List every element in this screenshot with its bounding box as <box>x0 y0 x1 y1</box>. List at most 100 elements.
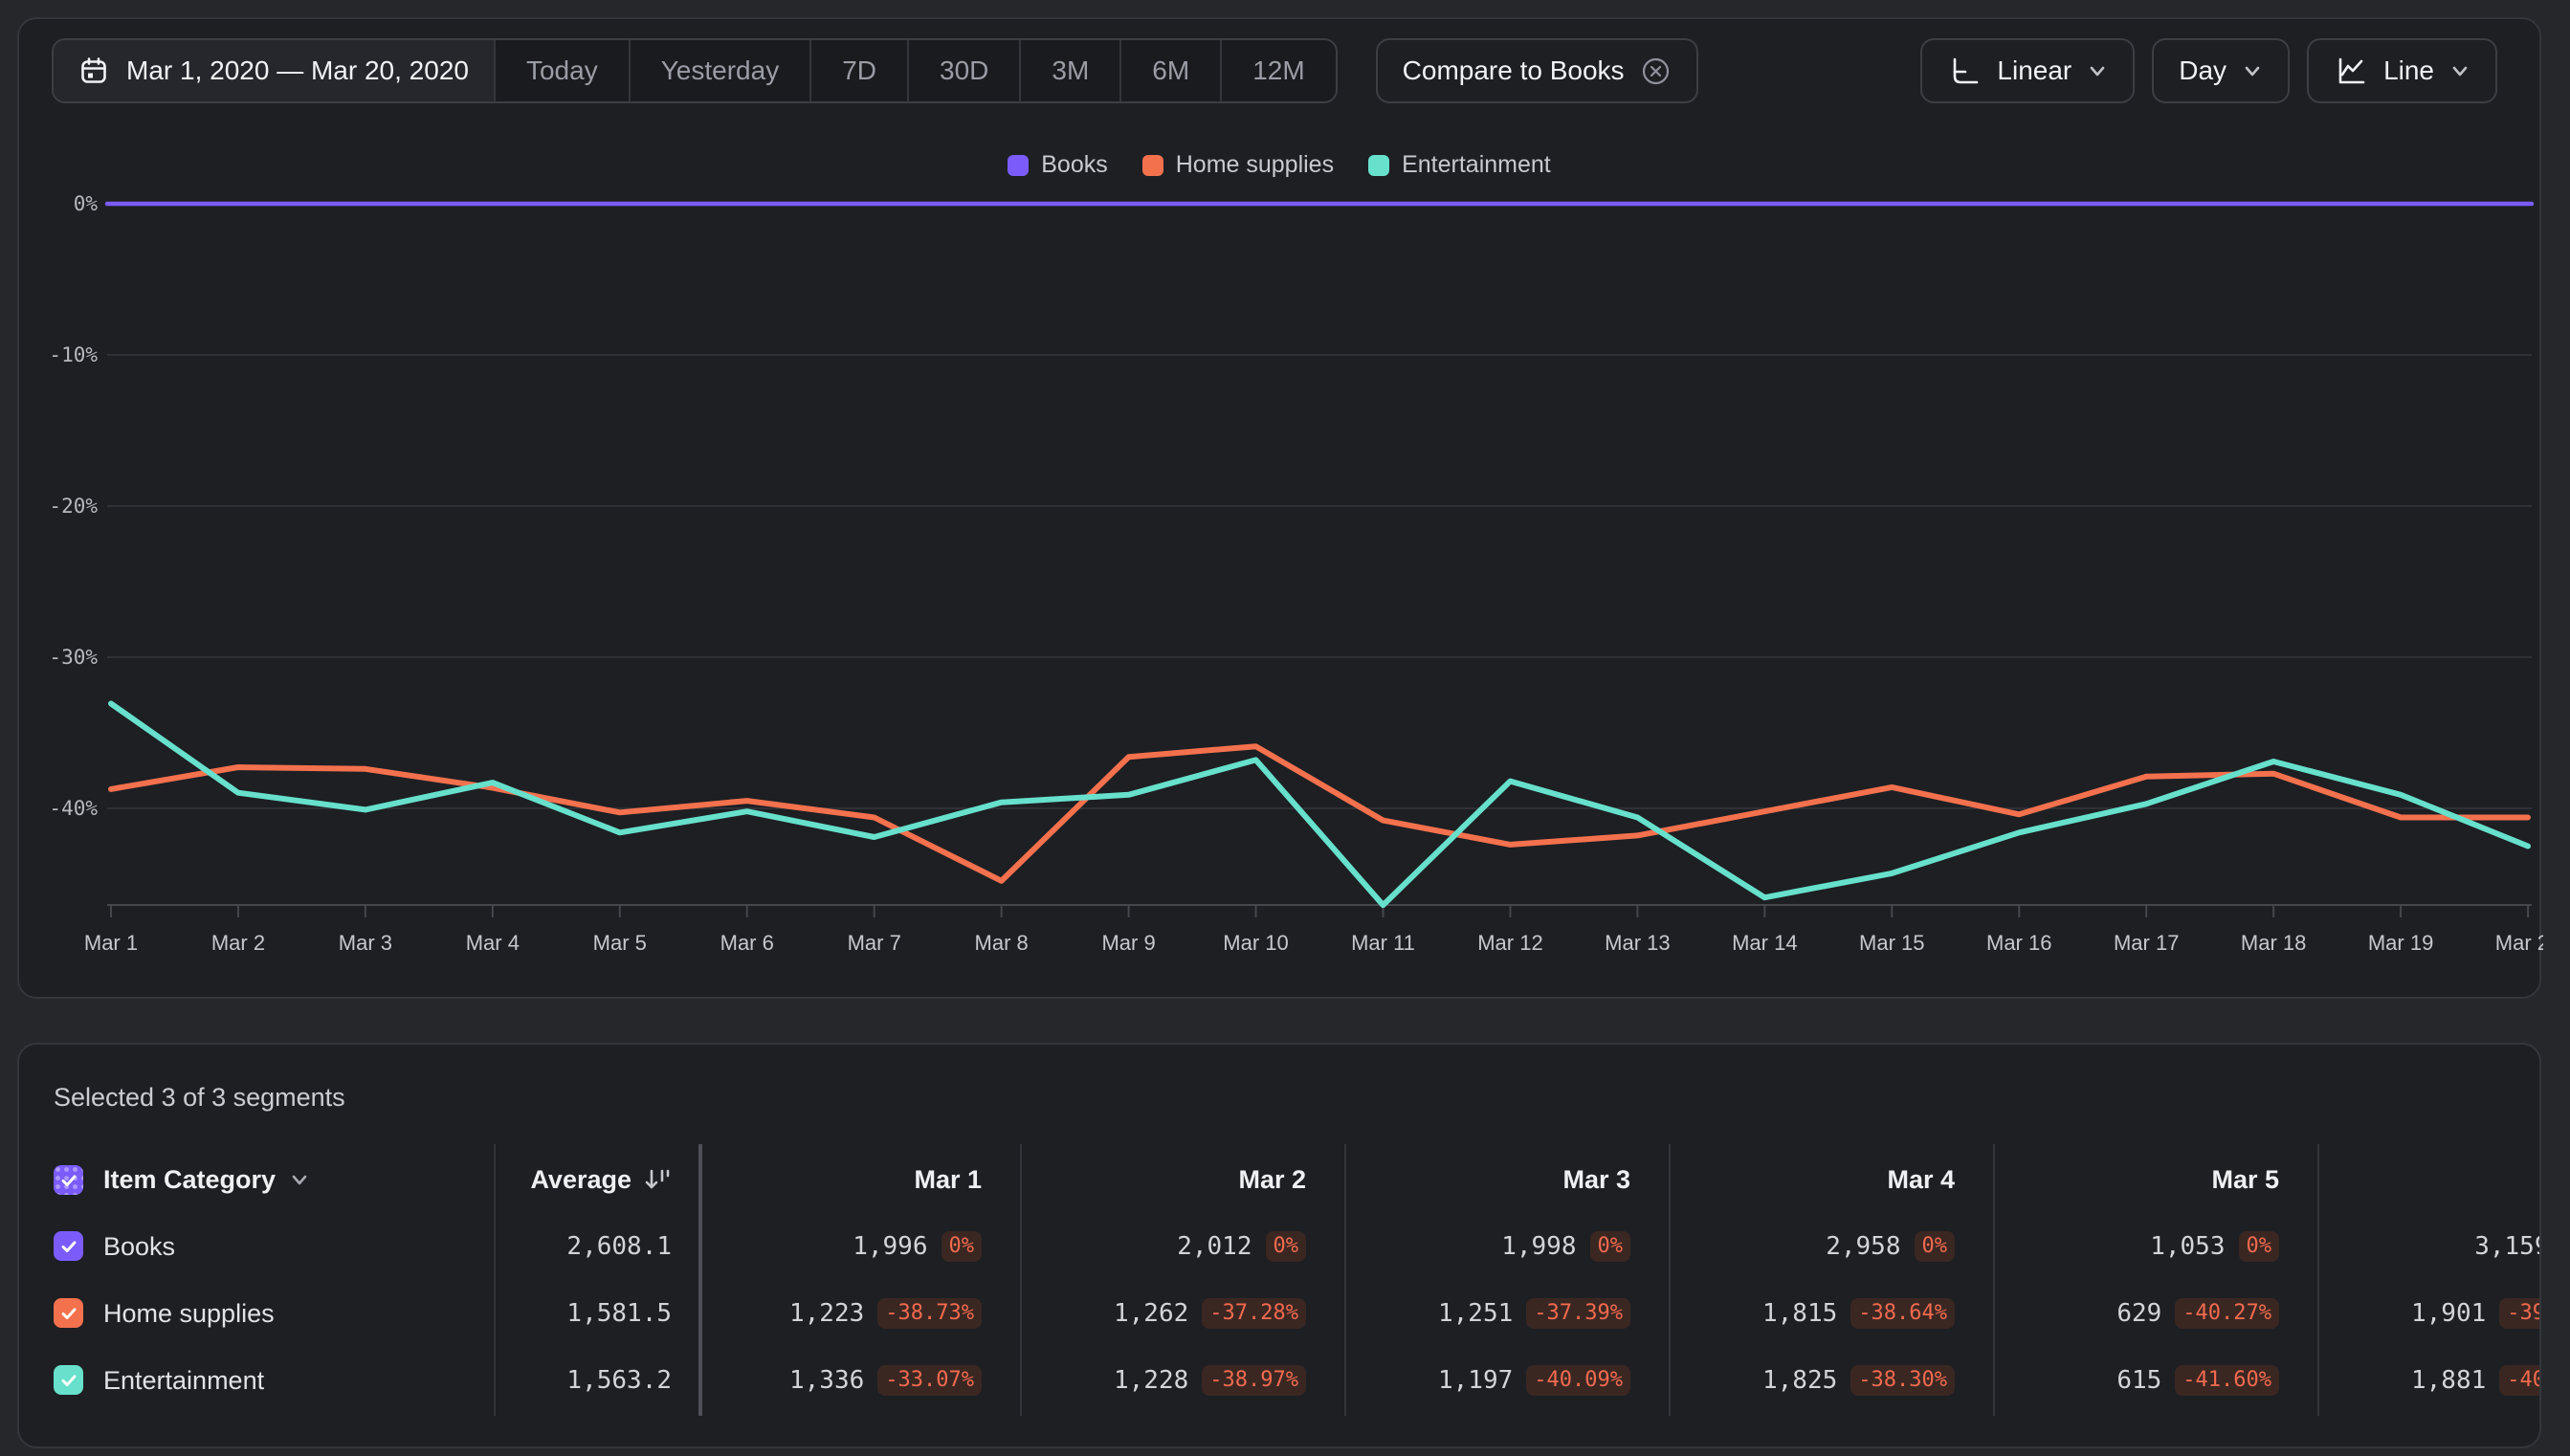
toolbar: Mar 1, 2020 — Mar 20, 2020 Today Yesterda… <box>52 38 1698 103</box>
preset-30d[interactable]: 30D <box>907 40 1019 101</box>
date-range-label: Mar 1, 2020 — Mar 20, 2020 <box>126 55 469 85</box>
cell-value: 1,197 <box>1438 1366 1514 1395</box>
check-icon <box>61 1174 76 1186</box>
delta-badge: -38.30% <box>1850 1364 1955 1397</box>
svg-text:Mar 14: Mar 14 <box>1732 931 1797 955</box>
row-checkbox-home-supplies[interactable] <box>54 1298 83 1328</box>
preset-12m[interactable]: 12M <box>1220 40 1335 101</box>
svg-text:Mar 7: Mar 7 <box>848 931 901 955</box>
day-cell: 629 -40.27% <box>1954 1280 2279 1347</box>
granularity-dropdown[interactable]: Day <box>2152 38 2291 103</box>
svg-text:0%: 0% <box>74 192 99 215</box>
day-cell: 1,996 0% <box>656 1213 982 1280</box>
cell-value: 1,223 <box>789 1299 865 1328</box>
delta-badge: -37.39% <box>1526 1297 1630 1330</box>
select-all-checkbox[interactable] <box>54 1165 83 1195</box>
compare-label: Compare to Books <box>1402 55 1625 85</box>
preset-6m[interactable]: 6M <box>1119 40 1220 101</box>
svg-text:Mar 9: Mar 9 <box>1101 931 1155 955</box>
day-cell: 1,228 -38.97% <box>981 1347 1306 1414</box>
day-cell: 1,053 0% <box>1954 1213 2279 1280</box>
cell-value: 1,825 <box>1762 1366 1838 1395</box>
day-column-header: Mar 2 <box>1238 1164 1306 1194</box>
remove-compare-icon[interactable] <box>1640 55 1672 87</box>
svg-text:Mar 3: Mar 3 <box>339 931 392 955</box>
preset-today[interactable]: Today <box>493 40 629 101</box>
cell-value: 3,159 <box>2474 1232 2539 1261</box>
average-cell: 1,581.5 <box>385 1280 672 1347</box>
preset-yesterday[interactable]: Yesterday <box>628 40 810 101</box>
calendar-icon <box>81 57 106 83</box>
delta-badge: 0% <box>941 1230 982 1263</box>
compare-button[interactable]: Compare to Books <box>1375 38 1698 103</box>
svg-text:-20%: -20% <box>49 495 98 518</box>
category-header-label: Item Category <box>103 1164 277 1194</box>
svg-text:Mar 12: Mar 12 <box>1477 931 1542 955</box>
cell-value: 1,998 <box>1501 1232 1577 1261</box>
analytics-dashboard: Mar 1, 2020 — Mar 20, 2020 Today Yesterda… <box>0 0 2570 1456</box>
cell-value: 1,228 <box>1114 1366 1189 1395</box>
day-cell: 1,998 0% <box>1305 1213 1630 1280</box>
delta-badge: -37.28% <box>1202 1297 1306 1330</box>
delta-badge: -41.60% <box>2175 1364 2279 1397</box>
delta-badge: 0% <box>1589 1230 1630 1263</box>
day-cell: 615 -41.60% <box>1954 1347 2279 1414</box>
segments-table-panel: Selected 3 of 3 segments Item Category A… <box>17 1043 2541 1448</box>
category-column-header[interactable]: Item Category <box>103 1145 310 1214</box>
preset-7d[interactable]: 7D <box>809 40 907 101</box>
cell-value: 1,996 <box>853 1232 928 1261</box>
svg-text:Mar 18: Mar 18 <box>2241 931 2306 955</box>
cell-value: 1,053 <box>2150 1232 2226 1261</box>
preset-group: Today Yesterday 7D 30D 3M 6M 12M <box>493 40 1336 101</box>
svg-text:Mar 4: Mar 4 <box>466 931 520 955</box>
svg-text:Mar 6: Mar 6 <box>720 931 774 955</box>
svg-text:Mar 5: Mar 5 <box>593 931 647 955</box>
chevron-down-icon <box>292 1175 307 1185</box>
granularity-label: Day <box>2179 55 2227 85</box>
delta-badge: -40.09% <box>1526 1364 1630 1397</box>
day-cell: 1,901 -39.00% <box>2278 1280 2539 1347</box>
day-column-header: Mar 3 <box>1562 1164 1630 1194</box>
day-cell: 1,197 -40.09% <box>1305 1347 1630 1414</box>
cell-value: 1,881 <box>2411 1366 2487 1395</box>
day-cell: 1,825 -38.30% <box>1629 1347 1955 1414</box>
svg-text:-30%: -30% <box>49 646 98 669</box>
average-cell: 2,608.1 <box>385 1213 672 1280</box>
chart-type-dropdown[interactable]: Line <box>2307 38 2497 103</box>
average-header-label: Average <box>530 1164 631 1194</box>
line-chart-icon <box>2338 57 2365 84</box>
day-cell: 1,251 -37.39% <box>1305 1280 1630 1347</box>
average-column-header[interactable]: Average <box>385 1145 672 1214</box>
segments-table: Item Category Average Mar 1 Mar 2 Mar 3 Mar… <box>19 1045 2539 1446</box>
delta-badge: -40.27% <box>2175 1297 2279 1330</box>
row-checkbox-entertainment[interactable] <box>54 1365 83 1395</box>
cell-value: 1,251 <box>1438 1299 1514 1328</box>
svg-text:Mar 20: Mar 20 <box>2495 931 2543 955</box>
date-range-button[interactable]: Mar 1, 2020 — Mar 20, 2020 <box>54 40 494 101</box>
sort-descending-icon <box>645 1169 670 1189</box>
row-checkbox-books[interactable] <box>54 1231 83 1261</box>
delta-badge: 0% <box>1914 1230 1955 1263</box>
cell-value: 2,012 <box>1177 1232 1252 1261</box>
chart-controls: Linear Day Line <box>1920 38 2497 103</box>
chevron-down-icon <box>2245 66 2260 77</box>
check-icon <box>61 1240 76 1252</box>
chevron-down-icon <box>2090 66 2105 77</box>
scale-dropdown[interactable]: Linear <box>1920 38 2136 103</box>
day-cell: 1,815 -38.64% <box>1629 1280 1955 1347</box>
svg-text:Mar 13: Mar 13 <box>1605 931 1670 955</box>
svg-text:-10%: -10% <box>49 343 98 366</box>
preset-3m[interactable]: 3M <box>1019 40 1119 101</box>
delta-badge: -39.00% <box>2499 1297 2539 1330</box>
svg-text:Mar 16: Mar 16 <box>1986 931 2051 955</box>
day-column-header: Mar 1 <box>914 1164 982 1194</box>
day-cell: 1,881 -40.00% <box>2278 1347 2539 1414</box>
cell-value: 1,262 <box>1114 1299 1189 1328</box>
cell-value: 1,336 <box>789 1366 865 1395</box>
delta-badge: 0% <box>1265 1230 1306 1263</box>
day-cell: 2,958 0% <box>1629 1213 1955 1280</box>
chart-panel: Mar 1, 2020 — Mar 20, 2020 Today Yesterda… <box>17 17 2543 999</box>
check-icon <box>61 1374 76 1386</box>
linear-scale-icon <box>1954 57 1979 84</box>
delta-badge: -40.00% <box>2499 1364 2539 1397</box>
